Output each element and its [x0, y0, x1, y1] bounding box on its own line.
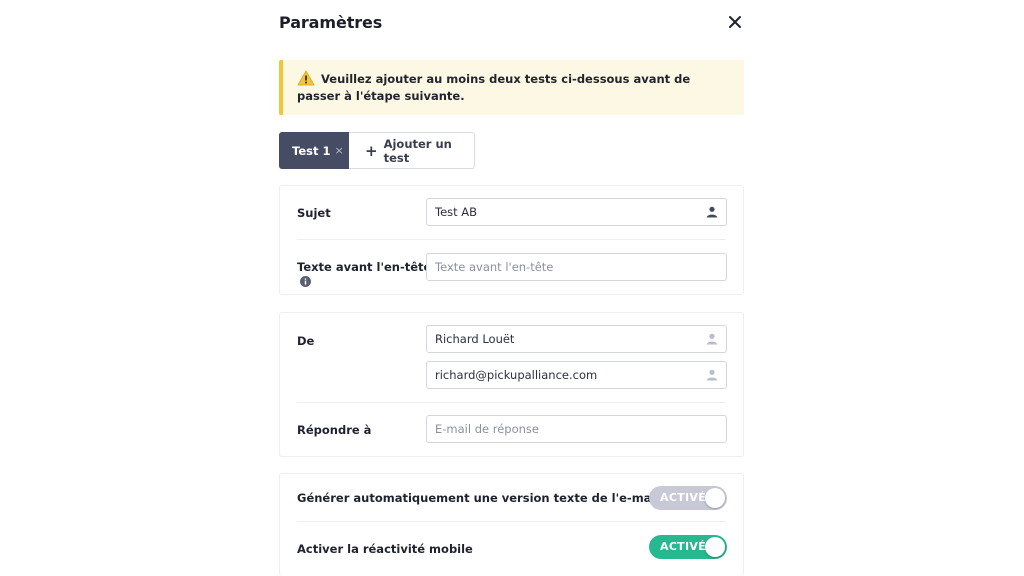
subject-value: Test AB: [435, 205, 478, 219]
divider: [297, 239, 726, 240]
reply-to-label: Répondre à: [297, 423, 372, 437]
mobile-toggle-label: ACTIVÉ: [660, 540, 707, 553]
from-label: De: [297, 334, 315, 348]
toggle-knob: [705, 537, 725, 557]
options-card: Générer automatiquement une version text…: [279, 473, 744, 576]
add-test-label: Ajouter un test: [383, 136, 452, 165]
info-icon[interactable]: [300, 276, 311, 287]
close-icon[interactable]: [727, 14, 743, 30]
subject-label: Sujet: [297, 206, 331, 220]
tab-test-1[interactable]: Test 1 ×: [279, 132, 349, 169]
divider: [297, 402, 726, 403]
auto-text-toggle-label: ACTIVÉ: [660, 491, 707, 504]
warning-alert: Veuillez ajouter au moins deux tests ci-…: [279, 60, 744, 115]
auto-text-label: Générer automatiquement une version text…: [297, 491, 660, 505]
toggle-knob: [705, 488, 725, 508]
divider: [297, 521, 726, 522]
mobile-responsive-toggle[interactable]: ACTIVÉ: [649, 535, 727, 559]
personalize-icon[interactable]: [706, 369, 718, 381]
personalize-icon[interactable]: [706, 206, 718, 218]
preheader-input[interactable]: Texte avant l'en-tête: [426, 253, 727, 281]
mobile-responsive-label: Activer la réactivité mobile: [297, 542, 473, 556]
subject-card: Sujet Test AB Texte avant l'en-tête Text…: [279, 185, 744, 295]
warning-icon: [297, 70, 315, 86]
test-tabs: Test 1 × + Ajouter un test: [279, 132, 475, 169]
from-email-value: richard@pickupalliance.com: [435, 368, 598, 382]
remove-test-icon[interactable]: ×: [334, 144, 343, 157]
personalize-icon[interactable]: [706, 333, 718, 345]
settings-dialog: Paramètres Veuillez ajouter au moins deu…: [279, 0, 744, 576]
preheader-placeholder: Texte avant l'en-tête: [435, 260, 554, 274]
from-email-input[interactable]: richard@pickupalliance.com: [426, 361, 727, 389]
plus-icon: +: [365, 141, 378, 160]
from-name-value: Richard Louët: [435, 332, 515, 346]
auto-text-toggle[interactable]: ACTIVÉ: [649, 486, 727, 510]
alert-text: Veuillez ajouter au moins deux tests ci-…: [297, 72, 691, 103]
dialog-title: Paramètres: [279, 13, 383, 32]
from-name-input[interactable]: Richard Louët: [426, 325, 727, 353]
add-test-button[interactable]: + Ajouter un test: [349, 132, 475, 169]
reply-to-placeholder: E-mail de réponse: [435, 422, 539, 436]
subject-input[interactable]: Test AB: [426, 198, 727, 226]
tab-test-1-label: Test 1: [292, 143, 331, 158]
preheader-label: Texte avant l'en-tête: [297, 260, 432, 274]
sender-card: De Richard Louët richard@pickupalliance.…: [279, 312, 744, 457]
reply-to-input[interactable]: E-mail de réponse: [426, 415, 727, 443]
